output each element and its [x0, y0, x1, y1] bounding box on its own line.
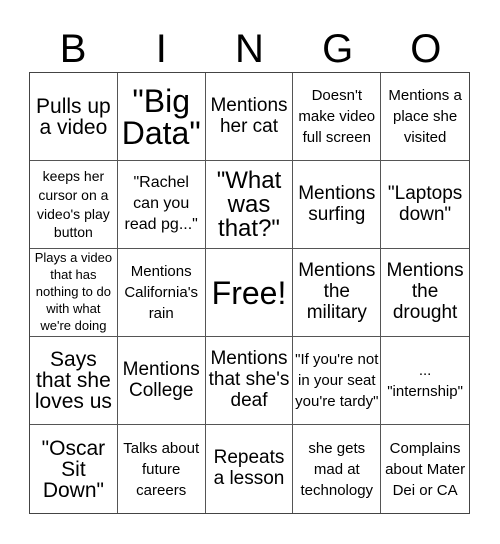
- bingo-cell[interactable]: Mentions her cat: [205, 73, 294, 161]
- bingo-cell[interactable]: Mentions California's rain: [117, 249, 206, 337]
- bingo-cell[interactable]: Pulls up a video: [30, 73, 118, 161]
- bingo-cell[interactable]: "Big Data": [117, 73, 206, 161]
- bingo-cell[interactable]: ... "internship": [381, 337, 469, 425]
- bingo-cell[interactable]: Mentions a place she visited: [381, 73, 469, 161]
- bingo-cell[interactable]: "Rachel can you read pg...": [117, 161, 206, 249]
- bingo-cell[interactable]: Talks about future careers: [118, 425, 206, 513]
- bingo-cell[interactable]: Mentions the drought: [381, 249, 469, 337]
- bingo-cell[interactable]: Says that she loves us: [30, 337, 118, 425]
- bingo-cell[interactable]: Complains about Mater Dei or CA: [381, 425, 469, 513]
- bingo-cell[interactable]: Repeats a lesson: [206, 425, 294, 513]
- header-letter-b: B: [59, 27, 87, 71]
- bingo-cell[interactable]: Doesn't make video full screen: [293, 73, 382, 161]
- header-letter-n: N: [235, 27, 264, 71]
- bingo-cell[interactable]: Mentions College: [117, 337, 206, 425]
- bingo-cell[interactable]: "What was that?": [205, 161, 294, 249]
- bingo-cell[interactable]: Plays a video that has nothing to do wit…: [30, 249, 118, 337]
- header-letter-g: G: [322, 27, 354, 71]
- bingo-cell[interactable]: "If you're not in your seat you're tardy…: [293, 337, 382, 425]
- bingo-cell[interactable]: keeps her cursor on a video's play butto…: [30, 161, 118, 249]
- bingo-cell[interactable]: "Oscar Sit Down": [30, 425, 118, 513]
- bingo-cell[interactable]: Mentions the military: [293, 249, 382, 337]
- bingo-cell[interactable]: she gets mad at technology: [293, 425, 382, 513]
- header-letter-o: O: [410, 27, 442, 71]
- bingo-cell[interactable]: "Laptops down": [381, 161, 469, 249]
- header-letter-i: I: [155, 27, 167, 71]
- bingo-free-cell[interactable]: Free!: [205, 249, 294, 337]
- bingo-header: B I N G O: [29, 26, 470, 72]
- bingo-cell[interactable]: Mentions that she's deaf: [205, 337, 294, 425]
- bingo-cell[interactable]: Mentions surfing: [293, 161, 382, 249]
- bingo-grid: Pulls up a video "Big Data" Mentions her…: [29, 72, 470, 514]
